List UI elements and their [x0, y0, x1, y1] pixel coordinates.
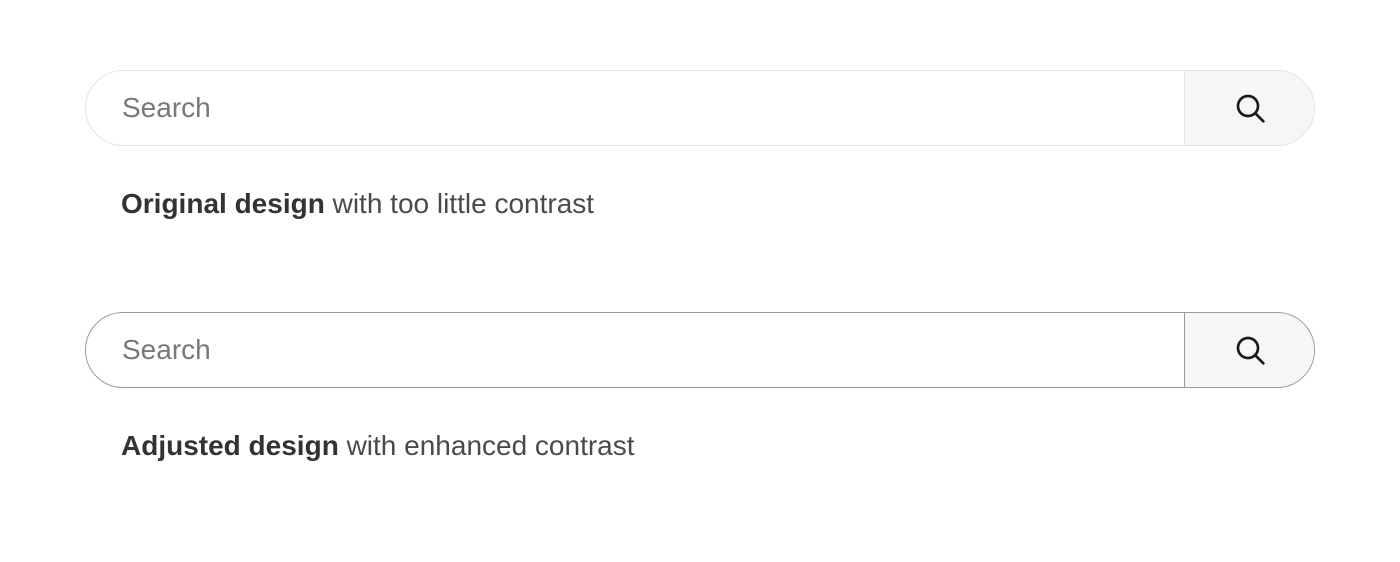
search-button[interactable]	[1184, 71, 1314, 145]
search-icon	[1234, 334, 1266, 366]
caption-bold: Adjusted design	[121, 430, 339, 461]
search-icon	[1234, 92, 1266, 124]
caption-adjusted: Adjusted design with enhanced contrast	[85, 428, 1315, 464]
example-original: Original design with too little contrast	[85, 70, 1315, 222]
search-bar-original	[85, 70, 1315, 146]
search-input[interactable]	[86, 313, 1184, 387]
example-adjusted: Adjusted design with enhanced contrast	[85, 312, 1315, 464]
caption-bold: Original design	[121, 188, 325, 219]
caption-rest: with too little contrast	[325, 188, 594, 219]
search-input[interactable]	[86, 71, 1184, 145]
search-bar-adjusted	[85, 312, 1315, 388]
caption-original: Original design with too little contrast	[85, 186, 1315, 222]
search-button[interactable]	[1184, 313, 1314, 387]
caption-rest: with enhanced contrast	[339, 430, 635, 461]
